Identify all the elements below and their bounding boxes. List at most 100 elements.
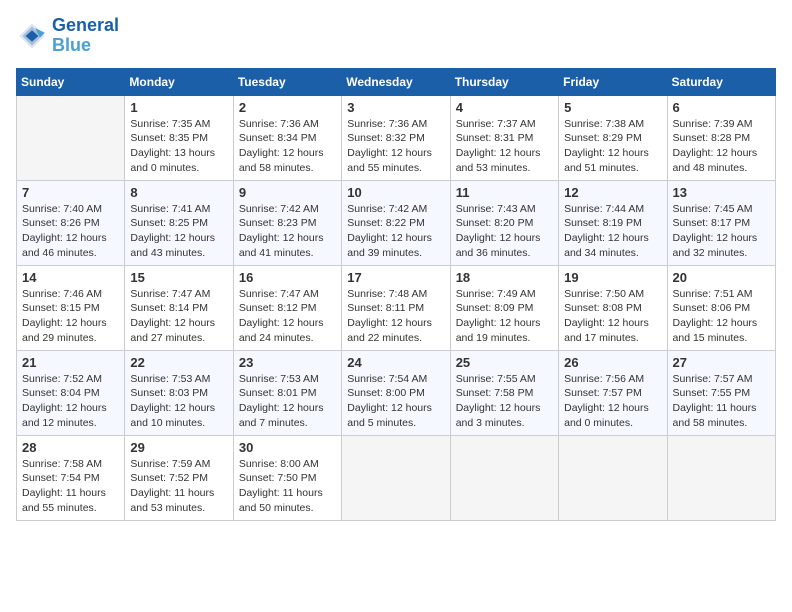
dow-header-sunday: Sunday [17, 68, 125, 95]
day-info: Sunrise: 7:43 AM Sunset: 8:20 PM Dayligh… [456, 202, 553, 261]
day-number: 10 [347, 185, 444, 200]
day-cell [342, 435, 450, 520]
day-info: Sunrise: 7:47 AM Sunset: 8:14 PM Dayligh… [130, 287, 227, 346]
day-number: 28 [22, 440, 119, 455]
logo-text: General Blue [52, 16, 119, 56]
day-number: 19 [564, 270, 661, 285]
day-info: Sunrise: 8:00 AM Sunset: 7:50 PM Dayligh… [239, 457, 336, 516]
calendar-body: 1 Sunrise: 7:35 AM Sunset: 8:35 PM Daylig… [17, 95, 776, 520]
day-info: Sunrise: 7:51 AM Sunset: 8:06 PM Dayligh… [673, 287, 770, 346]
day-number: 9 [239, 185, 336, 200]
dow-header-friday: Friday [559, 68, 667, 95]
day-info: Sunrise: 7:54 AM Sunset: 8:00 PM Dayligh… [347, 372, 444, 431]
day-info: Sunrise: 7:38 AM Sunset: 8:29 PM Dayligh… [564, 117, 661, 176]
day-cell: 23 Sunrise: 7:53 AM Sunset: 8:01 PM Dayli… [233, 350, 341, 435]
week-row-3: 14 Sunrise: 7:46 AM Sunset: 8:15 PM Dayli… [17, 265, 776, 350]
day-cell: 26 Sunrise: 7:56 AM Sunset: 7:57 PM Dayli… [559, 350, 667, 435]
day-number: 7 [22, 185, 119, 200]
day-number: 3 [347, 100, 444, 115]
day-number: 21 [22, 355, 119, 370]
day-number: 14 [22, 270, 119, 285]
week-row-5: 28 Sunrise: 7:58 AM Sunset: 7:54 PM Dayli… [17, 435, 776, 520]
day-info: Sunrise: 7:59 AM Sunset: 7:52 PM Dayligh… [130, 457, 227, 516]
day-number: 1 [130, 100, 227, 115]
logo-icon [16, 20, 48, 52]
day-cell: 20 Sunrise: 7:51 AM Sunset: 8:06 PM Dayli… [667, 265, 775, 350]
day-number: 4 [456, 100, 553, 115]
day-info: Sunrise: 7:46 AM Sunset: 8:15 PM Dayligh… [22, 287, 119, 346]
day-number: 25 [456, 355, 553, 370]
day-number: 6 [673, 100, 770, 115]
day-cell: 10 Sunrise: 7:42 AM Sunset: 8:22 PM Dayli… [342, 180, 450, 265]
day-cell [559, 435, 667, 520]
day-cell: 5Sunrise: 7:38 AM Sunset: 8:29 PM Daylig… [559, 95, 667, 180]
day-info: Sunrise: 7:42 AM Sunset: 8:22 PM Dayligh… [347, 202, 444, 261]
day-info: Sunrise: 7:53 AM Sunset: 8:01 PM Dayligh… [239, 372, 336, 431]
day-number: 23 [239, 355, 336, 370]
day-cell: 4 Sunrise: 7:37 AM Sunset: 8:31 PM Daylig… [450, 95, 558, 180]
dow-header-tuesday: Tuesday [233, 68, 341, 95]
day-number: 26 [564, 355, 661, 370]
day-number: 11 [456, 185, 553, 200]
day-info: Sunrise: 7:36 AM Sunset: 8:34 PM Dayligh… [239, 117, 336, 176]
day-cell: 27 Sunrise: 7:57 AM Sunset: 7:55 PM Dayli… [667, 350, 775, 435]
day-number: 17 [347, 270, 444, 285]
day-info: Sunrise: 7:40 AM Sunset: 8:26 PM Dayligh… [22, 202, 119, 261]
day-number: 27 [673, 355, 770, 370]
day-info: Sunrise: 7:49 AM Sunset: 8:09 PM Dayligh… [456, 287, 553, 346]
day-cell: 14 Sunrise: 7:46 AM Sunset: 8:15 PM Dayli… [17, 265, 125, 350]
day-cell [17, 95, 125, 180]
day-cell: 18 Sunrise: 7:49 AM Sunset: 8:09 PM Dayli… [450, 265, 558, 350]
day-cell: 28 Sunrise: 7:58 AM Sunset: 7:54 PM Dayli… [17, 435, 125, 520]
day-cell [667, 435, 775, 520]
day-info: Sunrise: 7:35 AM Sunset: 8:35 PM Dayligh… [130, 117, 227, 176]
day-number: 2 [239, 100, 336, 115]
day-number: 30 [239, 440, 336, 455]
day-cell: 12Sunrise: 7:44 AM Sunset: 8:19 PM Dayli… [559, 180, 667, 265]
days-of-week-row: SundayMondayTuesdayWednesdayThursdayFrid… [17, 68, 776, 95]
day-cell: 1 Sunrise: 7:35 AM Sunset: 8:35 PM Daylig… [125, 95, 233, 180]
day-cell: 22Sunrise: 7:53 AM Sunset: 8:03 PM Dayli… [125, 350, 233, 435]
day-cell [450, 435, 558, 520]
day-number: 29 [130, 440, 227, 455]
day-cell: 24 Sunrise: 7:54 AM Sunset: 8:00 PM Dayli… [342, 350, 450, 435]
day-info: Sunrise: 7:52 AM Sunset: 8:04 PM Dayligh… [22, 372, 119, 431]
logo: General Blue [16, 16, 119, 56]
dow-header-wednesday: Wednesday [342, 68, 450, 95]
day-info: Sunrise: 7:55 AM Sunset: 7:58 PM Dayligh… [456, 372, 553, 431]
day-info: Sunrise: 7:50 AM Sunset: 8:08 PM Dayligh… [564, 287, 661, 346]
dow-header-thursday: Thursday [450, 68, 558, 95]
day-cell: 30 Sunrise: 8:00 AM Sunset: 7:50 PM Dayli… [233, 435, 341, 520]
calendar-table: SundayMondayTuesdayWednesdayThursdayFrid… [16, 68, 776, 521]
day-info: Sunrise: 7:39 AM Sunset: 8:28 PM Dayligh… [673, 117, 770, 176]
day-cell: 19 Sunrise: 7:50 AM Sunset: 8:08 PM Dayli… [559, 265, 667, 350]
dow-header-monday: Monday [125, 68, 233, 95]
day-cell: 2 Sunrise: 7:36 AM Sunset: 8:34 PM Daylig… [233, 95, 341, 180]
week-row-1: 1 Sunrise: 7:35 AM Sunset: 8:35 PM Daylig… [17, 95, 776, 180]
day-number: 8 [130, 185, 227, 200]
day-info: Sunrise: 7:53 AM Sunset: 8:03 PM Dayligh… [130, 372, 227, 431]
day-number: 18 [456, 270, 553, 285]
day-info: Sunrise: 7:41 AM Sunset: 8:25 PM Dayligh… [130, 202, 227, 261]
day-cell: 16Sunrise: 7:47 AM Sunset: 8:12 PM Dayli… [233, 265, 341, 350]
day-info: Sunrise: 7:37 AM Sunset: 8:31 PM Dayligh… [456, 117, 553, 176]
day-cell: 17Sunrise: 7:48 AM Sunset: 8:11 PM Dayli… [342, 265, 450, 350]
day-cell: 29 Sunrise: 7:59 AM Sunset: 7:52 PM Dayli… [125, 435, 233, 520]
day-number: 20 [673, 270, 770, 285]
day-cell: 3 Sunrise: 7:36 AM Sunset: 8:32 PM Daylig… [342, 95, 450, 180]
day-info: Sunrise: 7:58 AM Sunset: 7:54 PM Dayligh… [22, 457, 119, 516]
day-info: Sunrise: 7:56 AM Sunset: 7:57 PM Dayligh… [564, 372, 661, 431]
day-info: Sunrise: 7:45 AM Sunset: 8:17 PM Dayligh… [673, 202, 770, 261]
day-number: 12 [564, 185, 661, 200]
week-row-2: 7 Sunrise: 7:40 AM Sunset: 8:26 PM Daylig… [17, 180, 776, 265]
week-row-4: 21 Sunrise: 7:52 AM Sunset: 8:04 PM Dayli… [17, 350, 776, 435]
day-number: 24 [347, 355, 444, 370]
day-cell: 25 Sunrise: 7:55 AM Sunset: 7:58 PM Dayli… [450, 350, 558, 435]
day-cell: 9Sunrise: 7:42 AM Sunset: 8:23 PM Daylig… [233, 180, 341, 265]
day-cell: 6 Sunrise: 7:39 AM Sunset: 8:28 PM Daylig… [667, 95, 775, 180]
day-cell: 8 Sunrise: 7:41 AM Sunset: 8:25 PM Daylig… [125, 180, 233, 265]
day-cell: 11 Sunrise: 7:43 AM Sunset: 8:20 PM Dayli… [450, 180, 558, 265]
day-cell: 13Sunrise: 7:45 AM Sunset: 8:17 PM Dayli… [667, 180, 775, 265]
day-info: Sunrise: 7:36 AM Sunset: 8:32 PM Dayligh… [347, 117, 444, 176]
day-info: Sunrise: 7:57 AM Sunset: 7:55 PM Dayligh… [673, 372, 770, 431]
